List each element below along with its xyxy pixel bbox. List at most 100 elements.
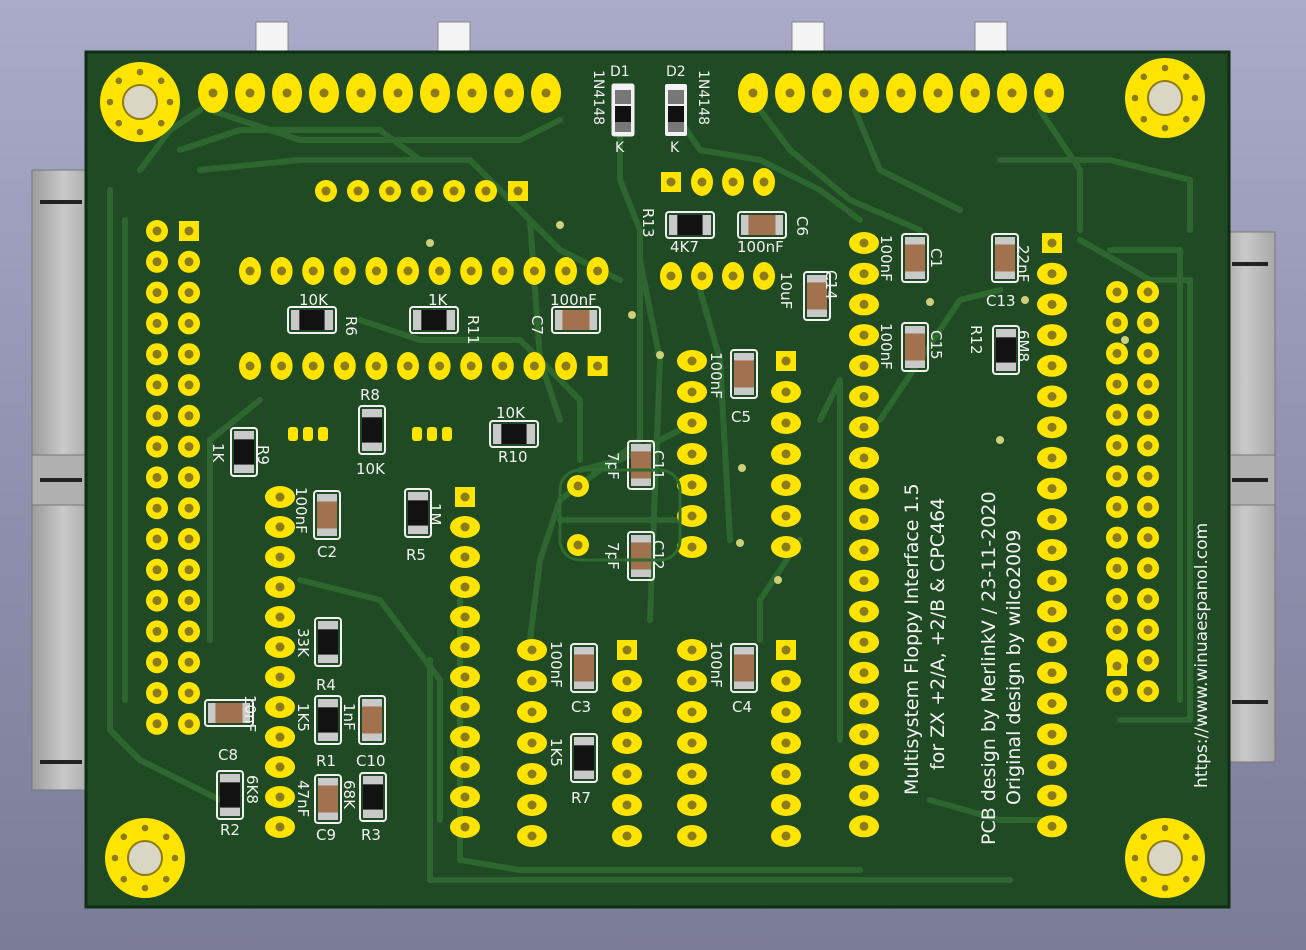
ref-r4: R4 xyxy=(316,676,336,694)
th-pad xyxy=(178,651,200,674)
ref-r3: R3 xyxy=(361,826,381,844)
ref-c3: C3 xyxy=(571,698,591,716)
th-pad xyxy=(450,606,480,628)
ref-c11: C11 xyxy=(649,450,667,480)
th-pad xyxy=(1137,588,1159,610)
th-pad xyxy=(146,220,168,242)
via xyxy=(628,311,636,319)
th-pad xyxy=(450,696,480,718)
th-pad xyxy=(849,723,879,746)
ref-c9: C9 xyxy=(316,826,336,844)
th-pad xyxy=(1106,618,1128,641)
th-pad xyxy=(1106,311,1128,334)
th-pad xyxy=(531,73,561,113)
th-pad xyxy=(1106,526,1128,549)
th-pad xyxy=(771,701,801,723)
th-pad xyxy=(1037,753,1067,776)
th-pad xyxy=(1034,73,1064,113)
th-pad xyxy=(523,352,546,380)
th-pad xyxy=(333,257,356,285)
th-pad xyxy=(1037,569,1067,592)
th-pad xyxy=(146,528,168,550)
th-pad xyxy=(450,636,480,658)
th-pad xyxy=(677,670,707,692)
th-pad xyxy=(179,221,199,241)
th-pad xyxy=(771,443,801,465)
th-pad xyxy=(146,404,168,427)
th-pad xyxy=(691,262,713,290)
value-c14: 10uF xyxy=(777,272,795,309)
th-pad xyxy=(612,794,642,816)
th-pad xyxy=(612,825,642,847)
th-pad xyxy=(272,73,302,113)
via xyxy=(656,351,664,359)
d1-value: 1N4148 xyxy=(590,70,606,125)
th-pad xyxy=(146,712,168,735)
th-pad xyxy=(1037,661,1067,684)
th-pad xyxy=(1137,526,1159,549)
th-pad xyxy=(738,73,768,113)
th-pad xyxy=(849,569,879,592)
th-pad xyxy=(1106,403,1128,426)
th-pad xyxy=(265,666,295,688)
value-r1: 1K5 xyxy=(294,703,312,732)
th-pad xyxy=(178,250,200,273)
th-pad xyxy=(365,257,388,285)
th-pad xyxy=(1137,465,1159,488)
th-pad xyxy=(586,257,609,285)
value-r8: 10K xyxy=(356,460,386,478)
th-pad xyxy=(146,589,168,612)
th-pad xyxy=(776,351,796,371)
value-c9: 47nF xyxy=(294,780,312,817)
th-pad xyxy=(677,732,707,754)
ref-c14: C14 xyxy=(822,270,840,300)
ref-c2: C2 xyxy=(317,543,337,561)
title-line1: Multisystem Floppy Interface 1.5 xyxy=(901,483,923,795)
value-c4: 100nF xyxy=(707,641,725,688)
th-pad xyxy=(146,250,168,273)
value-c5: 100nF xyxy=(707,352,725,399)
th-pad xyxy=(265,786,295,808)
th-pad xyxy=(460,352,483,380)
th-pad xyxy=(617,640,637,660)
th-pad xyxy=(677,350,707,372)
th-pad xyxy=(450,816,480,838)
th-pad xyxy=(315,180,337,202)
th-pad xyxy=(677,381,707,403)
th-pad xyxy=(1037,784,1067,807)
th-pad xyxy=(265,636,295,658)
th-pad xyxy=(450,756,480,778)
th-pad xyxy=(178,466,200,489)
th-pad xyxy=(146,312,168,335)
value-c8: 10nF xyxy=(241,695,259,732)
value-r2: 6K8 xyxy=(243,775,261,804)
th-pad xyxy=(691,168,713,196)
th-pad xyxy=(771,381,801,403)
th-pad xyxy=(178,558,200,581)
th-pad xyxy=(302,257,325,285)
via xyxy=(926,298,934,306)
th-pad xyxy=(849,324,879,347)
th-pad xyxy=(265,696,295,718)
th-pad xyxy=(265,726,295,748)
th-pad xyxy=(997,73,1027,113)
th-pad xyxy=(771,412,801,434)
th-pad xyxy=(771,763,801,785)
ref-r11: R11 xyxy=(464,315,482,345)
th-pad xyxy=(450,666,480,688)
th-pad xyxy=(1137,649,1159,672)
th-pad xyxy=(428,257,451,285)
th-pad xyxy=(523,257,546,285)
th-pad xyxy=(849,508,879,531)
th-pad xyxy=(849,815,879,838)
th-pad xyxy=(849,446,879,469)
th-pad xyxy=(771,474,801,496)
th-pad xyxy=(1037,815,1067,838)
th-pad xyxy=(411,180,433,202)
th-pad xyxy=(886,73,916,113)
th-pad xyxy=(849,753,879,776)
th-pad xyxy=(960,73,990,113)
th-pad xyxy=(612,701,642,723)
value-r6: 10K xyxy=(299,291,329,309)
th-pad xyxy=(1037,508,1067,531)
